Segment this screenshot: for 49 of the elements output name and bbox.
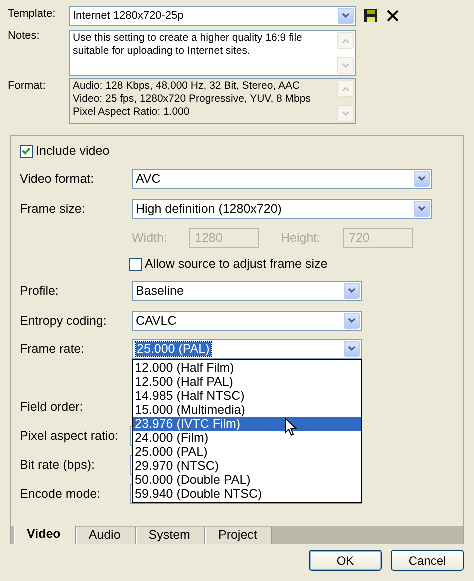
tab[interactable]: System xyxy=(136,527,206,544)
field-label: Pixel aspect ratio: xyxy=(20,429,120,443)
checkbox-label[interactable]: Allow source to adjust frame size xyxy=(145,257,328,271)
field-label: Frame rate: xyxy=(20,342,86,356)
tab[interactable]: Project xyxy=(205,527,272,544)
field-label: Encode mode: xyxy=(20,487,102,501)
dropdown-option[interactable]: 14.985 (Half NTSC) xyxy=(133,389,361,403)
dropdown-option[interactable]: 24.000 (Film) xyxy=(133,431,361,445)
template-dropdown[interactable]: Internet 1280x720-25p xyxy=(69,6,356,26)
profile-dropdown[interactable]: Baseline xyxy=(132,281,362,301)
dropdown-option[interactable]: 29.970 (NTSC) xyxy=(133,459,361,473)
format-line: Video: 25 fps, 1280x720 Progressive, YUV, 8 Mbps xyxy=(73,93,311,106)
dropdown-option[interactable]: 15.000 (Multimedia) xyxy=(133,403,361,417)
field-label: Video format: xyxy=(20,172,96,186)
field-label: Profile: xyxy=(20,284,60,298)
field-label: Height: xyxy=(281,231,322,245)
tab[interactable]: Audio xyxy=(76,527,136,544)
checkbox[interactable] xyxy=(20,144,33,158)
dialog-button[interactable]: OK xyxy=(309,550,382,571)
dropdown-option[interactable]: 50.000 (Double PAL) xyxy=(133,473,361,487)
format-line: Pixel Aspect Ratio: 1.000 xyxy=(73,106,191,119)
dropdown-option[interactable]: 25.000 (PAL) xyxy=(133,445,361,459)
mouse-pointer-icon xyxy=(285,418,297,437)
format-line: Audio: 128 Kbps, 48,000 Hz, 32 Bit, Stereo, AAC xyxy=(73,80,302,93)
checkbox-label[interactable]: Include video xyxy=(36,144,110,158)
dropdown-option[interactable]: 59.940 (Double NTSC) xyxy=(133,487,361,501)
video-format-dropdown[interactable]: AVC xyxy=(132,169,432,189)
frame-size-dropdown[interactable]: High definition (1280x720) xyxy=(132,199,432,219)
field-label: Notes: xyxy=(8,29,41,42)
dropdown-option[interactable]: 23.976 (IVTC Film) xyxy=(133,417,361,431)
frame-rate-dropdown[interactable]: 25.000 (PAL) xyxy=(132,339,362,359)
tab[interactable]: Video xyxy=(14,526,76,544)
field-label: Format: xyxy=(8,79,47,92)
dropdown-option[interactable]: 12.000 (Half Film) xyxy=(133,361,361,375)
checkbox[interactable] xyxy=(129,258,142,270)
chevron-down-icon xyxy=(342,62,350,68)
dropdown-option[interactable]: 12.500 (Half PAL) xyxy=(133,375,361,389)
dialog-button[interactable]: Cancel xyxy=(391,550,464,571)
chevron-up-icon xyxy=(342,38,350,44)
chevron-up-icon xyxy=(342,86,350,92)
field-label: Field order: xyxy=(20,399,84,416)
field-label: Bit rate (bps): xyxy=(20,458,96,472)
field-label: Template: xyxy=(8,7,57,20)
close-icon[interactable] xyxy=(386,9,400,23)
field-label: Frame size: xyxy=(20,202,86,216)
chevron-down-icon xyxy=(342,110,350,116)
entropy-coding-dropdown[interactable]: CAVLC xyxy=(132,311,362,331)
field-label: Width: xyxy=(132,231,168,245)
field-label: Entropy coding: xyxy=(20,314,108,328)
